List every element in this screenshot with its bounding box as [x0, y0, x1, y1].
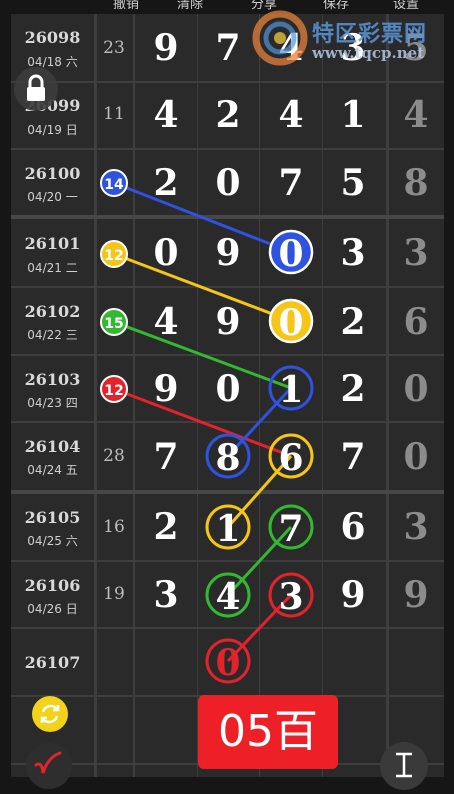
marker-green[interactable]: 15 — [100, 308, 128, 336]
trend-line-yellow — [113, 252, 292, 323]
svg-text:0: 0 — [215, 642, 240, 684]
refresh-icon — [40, 704, 60, 724]
svg-text:3: 3 — [278, 576, 303, 618]
marker-label: 12 — [104, 248, 123, 264]
marker-label: 12 — [104, 383, 123, 399]
circled-digit[interactable]: 3 — [268, 572, 314, 618]
marker-label: 15 — [104, 316, 123, 332]
marker-red[interactable]: 12 — [100, 375, 128, 403]
trend-line-green — [113, 320, 292, 390]
circled-digit-filled[interactable]: 0 — [268, 229, 314, 275]
svg-text:8: 8 — [215, 437, 240, 479]
circled-digit[interactable]: 1 — [268, 365, 314, 411]
pen-button[interactable] — [26, 743, 72, 789]
circled-digit[interactable]: 8 — [205, 433, 251, 479]
pen-icon — [34, 751, 62, 774]
circled-digit[interactable]: 0 — [205, 638, 251, 684]
circled-digit[interactable]: 6 — [268, 433, 314, 479]
refresh-button[interactable] — [32, 696, 68, 732]
marker-blue[interactable]: 14 — [100, 169, 128, 197]
prediction-banner: 05百 — [198, 695, 338, 769]
marker-label: 14 — [104, 177, 124, 193]
svg-text:7: 7 — [278, 508, 303, 550]
circled-digit[interactable]: 7 — [268, 504, 314, 550]
circled-digit-filled[interactable]: 0 — [268, 298, 314, 344]
svg-text:1: 1 — [215, 508, 240, 550]
lock-icon — [27, 74, 45, 101]
trend-overlay: 14 12 15 12 0 0 1 8 6 1 7 4 3 0 — [100, 169, 314, 684]
lock-button[interactable] — [14, 67, 58, 111]
trend-line-blue — [113, 181, 292, 254]
svg-text:6: 6 — [278, 437, 303, 479]
trend-line-red — [113, 387, 292, 458]
svg-text:4: 4 — [215, 576, 240, 618]
svg-text:0: 0 — [278, 233, 303, 275]
marker-yellow[interactable]: 12 — [100, 240, 128, 268]
text-tool-button[interactable] — [380, 742, 428, 790]
svg-text:0: 0 — [278, 302, 303, 344]
circled-digit[interactable]: 4 — [205, 572, 251, 618]
circled-digit[interactable]: 1 — [205, 504, 251, 550]
text-cursor-icon — [396, 752, 412, 778]
svg-text:1: 1 — [278, 369, 303, 411]
